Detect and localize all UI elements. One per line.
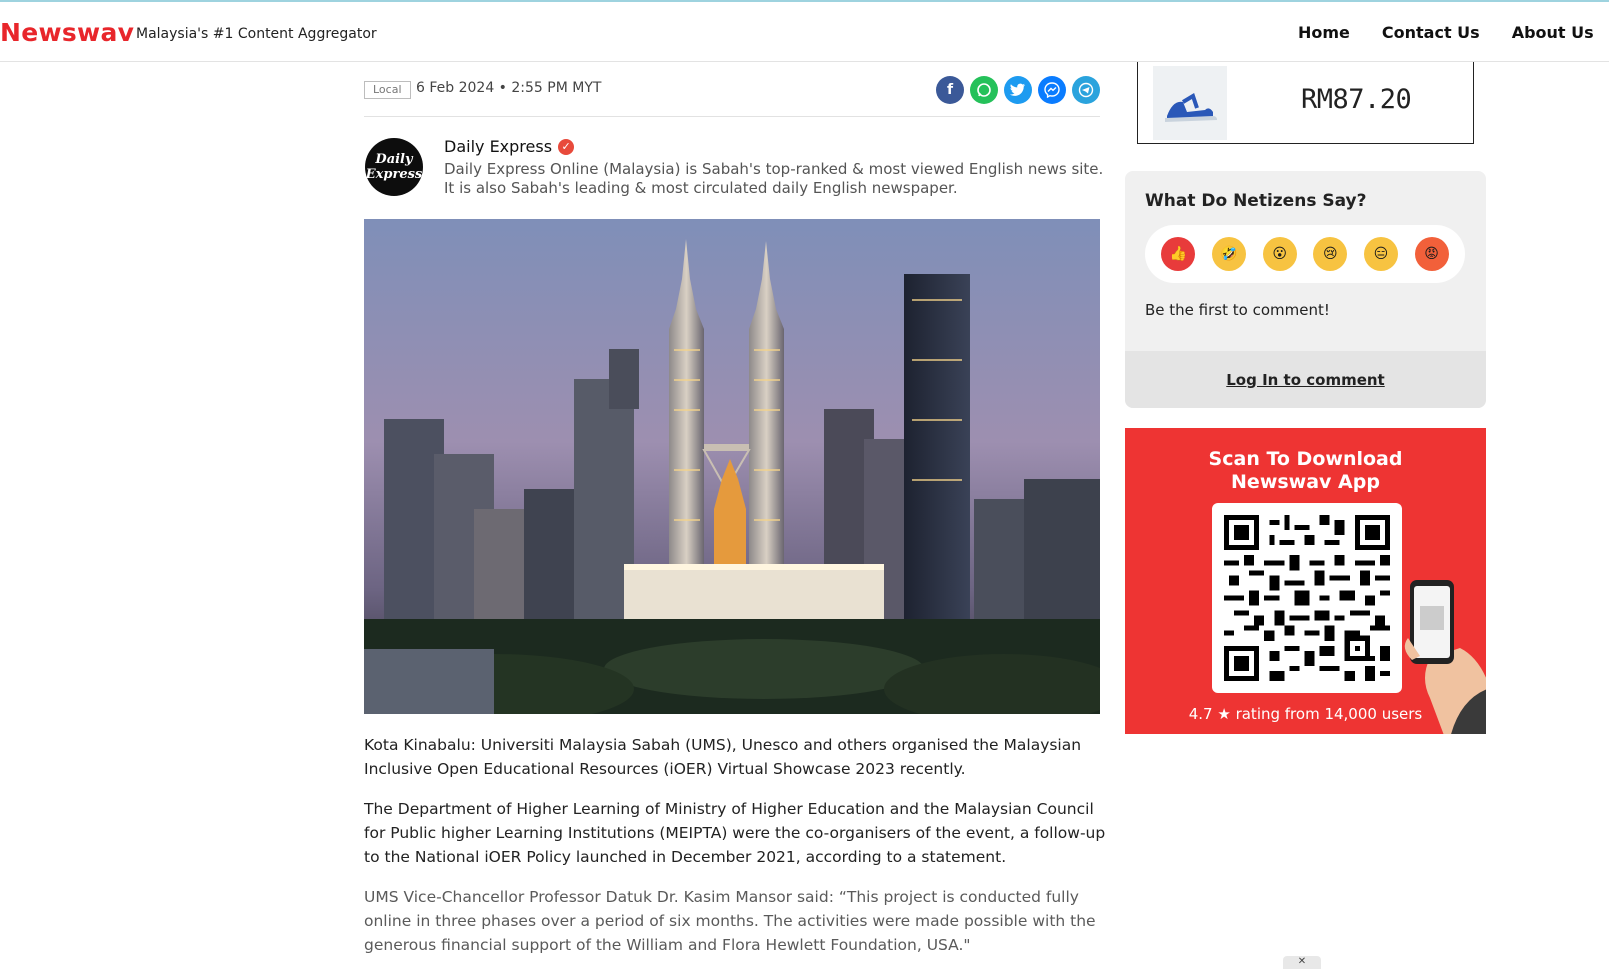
crying-icon[interactable]: 😢 [1313,237,1348,271]
share-buttons: f [936,76,1100,104]
sandal-product-image [1153,66,1227,140]
promo-title: Scan To Download Newswav App [1208,448,1403,493]
empty-comments-text: Be the first to comment! [1145,301,1330,319]
rofl-icon[interactable]: 🤣 [1211,237,1246,271]
article-paragraph-3: UMS Vice-Chancellor Professor Datuk Dr. … [364,888,1096,954]
category-badge[interactable]: Local [364,81,411,99]
whatsapp-icon[interactable] [970,76,998,104]
collapse-chevron-icon[interactable]: ✕ [1283,956,1321,969]
nav-home[interactable]: Home [1298,23,1350,42]
app-rating: 4.7 ★ rating from 14,000 users [1188,705,1423,723]
qr-code[interactable] [1212,503,1402,693]
facebook-icon[interactable]: f [936,76,964,104]
netizens-panel: What Do Netizens Say? 👍 🤣 😮 😢 😑 😡 Be the… [1125,171,1486,408]
messenger-icon[interactable] [1038,76,1066,104]
netizens-title: What Do Netizens Say? [1145,191,1367,211]
article-meta: Local 6 Feb 2024 • 2:55 PM MYT f [364,76,1100,117]
login-strip: Log In to comment [1125,351,1486,408]
article-hero-image[interactable] [364,219,1100,714]
product-price: RM87.20 [1301,84,1412,115]
site-header: Newswav Malaysia's #1 Content Aggregator… [0,2,1609,62]
site-tagline: Malaysia's #1 Content Aggregator [136,26,377,42]
newswav-logo[interactable]: Newswav [0,18,134,47]
daily-express-avatar[interactable]: Daily Express [365,138,423,196]
angry-icon[interactable]: 😡 [1414,237,1449,271]
surprised-icon[interactable]: 😮 [1262,237,1297,271]
product-ad-card[interactable]: RM87.20 [1137,62,1474,144]
author-name[interactable]: Daily Express ✓ [444,137,575,156]
app-download-promo[interactable]: Scan To Download Newswav App 4.7 ★ ratin… [1125,428,1486,734]
nav-about-us[interactable]: About Us [1512,23,1594,42]
main-nav: Home Contact Us About Us Ca [1298,23,1609,42]
publish-date: 6 Feb 2024 • 2:55 PM MYT [416,80,602,96]
login-to-comment-link[interactable]: Log In to comment [1226,371,1384,389]
telegram-icon[interactable] [1072,76,1100,104]
nav-contact-us[interactable]: Contact Us [1382,23,1480,42]
author-description: Daily Express Online (Malaysia) is Sabah… [444,160,1104,197]
article-body: Kota Kinabalu: Universiti Malaysia Sabah… [364,733,1106,969]
thumbs-up-icon[interactable]: 👍 [1161,237,1196,271]
reaction-bar: 👍 🤣 😮 😢 😑 😡 [1145,225,1465,283]
verified-icon: ✓ [558,138,575,155]
qr-code-icon [1224,515,1390,681]
kuala-lumpur-skyline-image [364,219,1100,714]
article-paragraph-2: The Department of Higher Learning of Min… [364,800,1106,866]
article-paragraph-1: Kota Kinabalu: Universiti Malaysia Sabah… [364,736,1082,778]
neutral-icon[interactable]: 😑 [1363,237,1398,271]
twitter-icon[interactable] [1004,76,1032,104]
